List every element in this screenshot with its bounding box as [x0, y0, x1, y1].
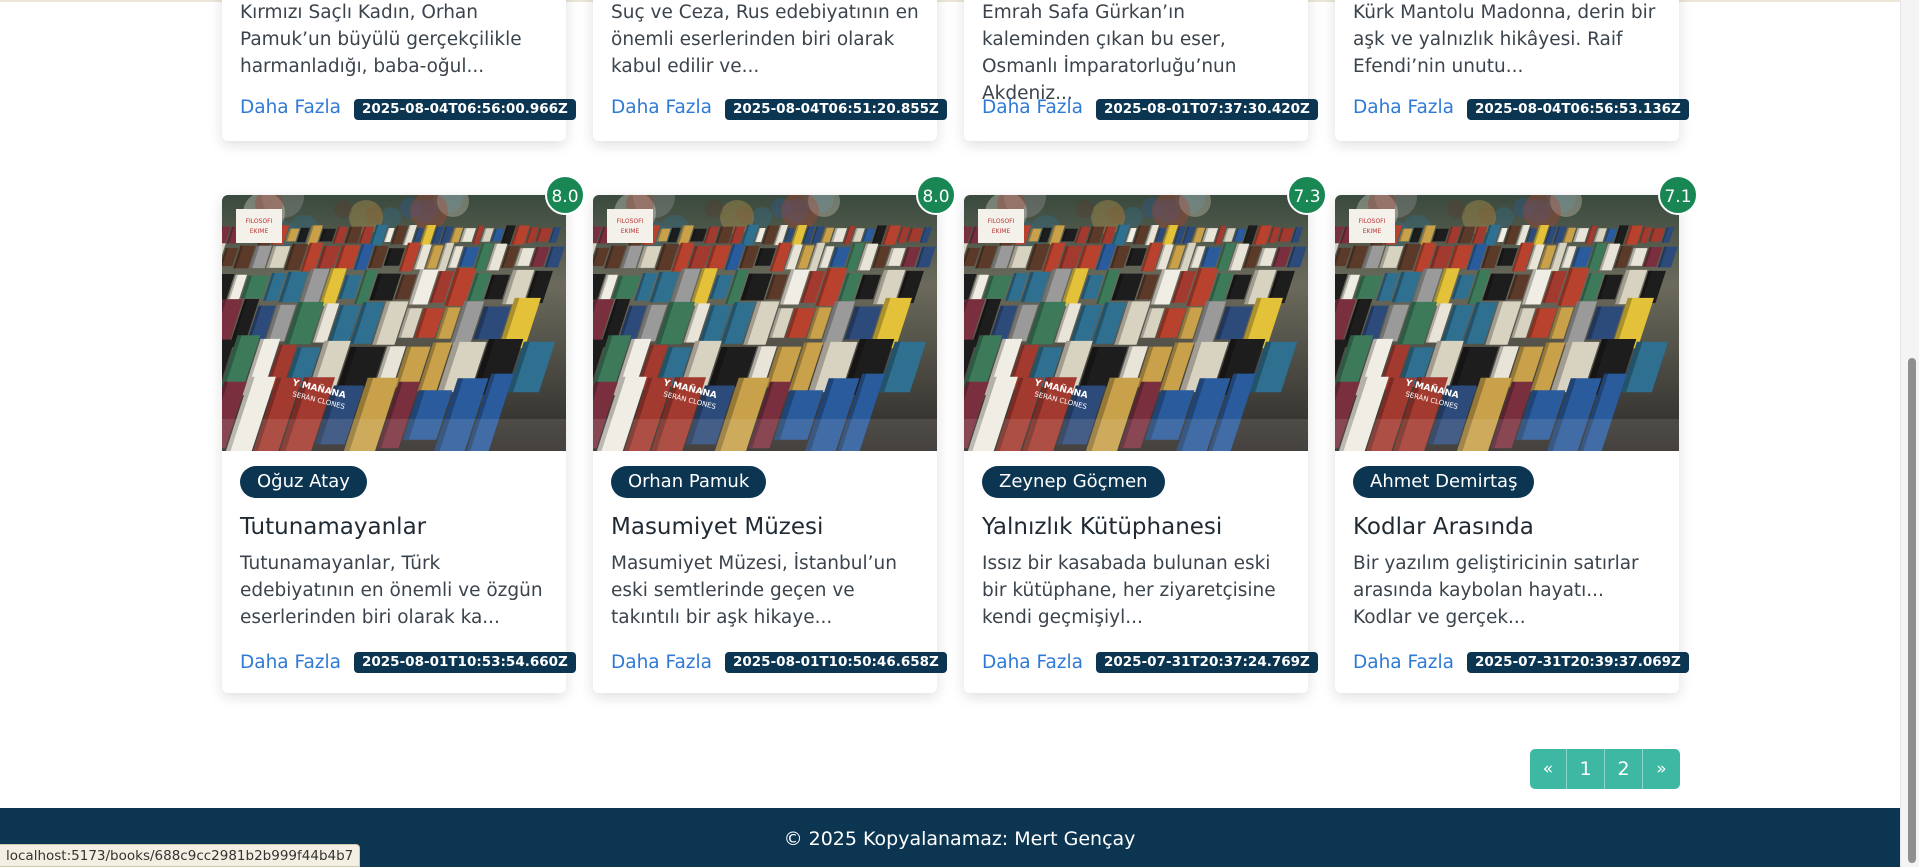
date-badge: 2025-08-04T06:56:00.966Z — [354, 99, 576, 120]
author-badge: Orhan Pamuk — [611, 466, 767, 498]
read-more-link[interactable]: Daha Fazla — [240, 97, 341, 118]
read-more-link[interactable]: Daha Fazla — [1353, 652, 1454, 673]
book-description: Emrah Safa Gürkan’ın kaleminden çıkan bu… — [982, 2, 1237, 104]
date-badge: 2025-08-04T06:51:20.855Z — [725, 99, 947, 120]
date-badge: 2025-08-01T10:53:54.660Z — [354, 652, 576, 673]
rating-badge: 7.3 — [1287, 175, 1327, 215]
scrollbar-thumb[interactable] — [1908, 358, 1916, 863]
author-badge: Ahmet Demirtaş — [1353, 466, 1535, 498]
date-badge: 2025-08-01T07:37:30.420Z — [1096, 99, 1318, 120]
svg-text:EKIME: EKIME — [250, 228, 269, 235]
svg-text:EKIME: EKIME — [621, 228, 640, 235]
date-badge: 2025-08-04T06:56:53.136Z — [1467, 99, 1689, 120]
book-card: FILOSOFI EKIME Y MAÑANA SERÁN CLONES Orhan … — [593, 195, 947, 693]
pagination-prev-button[interactable]: « — [1530, 749, 1567, 789]
svg-text:FILOSOFI: FILOSOFI — [988, 218, 1015, 225]
book-card: Kırmızı Saçlı Kadın, Orhan Pamuk’un büyü… — [222, 0, 576, 141]
read-more-link[interactable]: Daha Fazla — [982, 97, 1083, 118]
footer-copyright: © 2025 Kopyalanamaz: Mert Gençay — [783, 828, 1136, 850]
book-card: FILOSOFI EKIME Y MAÑANA SERÁN CLONES Oğuz A… — [222, 195, 576, 693]
author-badge: Oğuz Atay — [240, 466, 367, 498]
book-title: Yalnızlık Kütüphanesi — [982, 514, 1223, 540]
date-badge: 2025-07-31T20:39:37.069Z — [1467, 652, 1689, 673]
svg-text:FILOSOFI: FILOSOFI — [246, 218, 273, 225]
date-badge: 2025-07-31T20:37:24.769Z — [1096, 652, 1318, 673]
book-description: Suç ve Ceza, Rus edebiyatının en önemli … — [611, 2, 919, 77]
book-description: Kürk Mantolu Madonna, derin bir aşk ve y… — [1353, 2, 1656, 77]
pagination-page-1[interactable]: 1 — [1567, 749, 1605, 789]
book-title: Masumiyet Müzesi — [611, 514, 824, 540]
svg-text:FILOSOFI: FILOSOFI — [1359, 218, 1386, 225]
book-card: Emrah Safa Gürkan’ın kaleminden çıkan bu… — [964, 0, 1318, 141]
rating-badge: 8.0 — [916, 175, 956, 215]
book-title: Kodlar Arasında — [1353, 514, 1534, 540]
author-badge: Zeynep Göçmen — [982, 466, 1165, 498]
read-more-link[interactable]: Daha Fazla — [611, 652, 712, 673]
read-more-link[interactable]: Daha Fazla — [1353, 97, 1454, 118]
book-card: Suç ve Ceza, Rus edebiyatının en önemli … — [593, 0, 947, 141]
book-card: FILOSOFI EKIME Y MAÑANA SERÁN CLONES Ahmet … — [1335, 195, 1689, 693]
read-more-link[interactable]: Daha Fazla — [611, 97, 712, 118]
read-more-link[interactable]: Daha Fazla — [982, 652, 1083, 673]
book-cover-image[interactable]: FILOSOFI EKIME Y MAÑANA SERÁN CLONES — [222, 195, 566, 451]
read-more-link[interactable]: Daha Fazla — [240, 652, 341, 673]
rating-badge: 8.0 — [545, 175, 585, 215]
svg-text:FILOSOFI: FILOSOFI — [617, 218, 644, 225]
pagination: « 1 2 » — [1530, 749, 1680, 789]
book-card: Kürk Mantolu Madonna, derin bir aşk ve y… — [1335, 0, 1689, 141]
status-bar-url: localhost:5173/books/688c9cc2981b2b999f4… — [0, 844, 361, 867]
book-cover-image[interactable]: FILOSOFI EKIME Y MAÑANA SERÁN CLONES — [964, 195, 1308, 451]
book-cover-image[interactable]: FILOSOFI EKIME Y MAÑANA SERÁN CLONES — [593, 195, 937, 451]
book-description: Masumiyet Müzesi, İstanbul’un eski semtl… — [611, 553, 897, 628]
svg-text:EKIME: EKIME — [992, 228, 1011, 235]
pagination-next-button[interactable]: » — [1643, 749, 1680, 789]
book-description: Issız bir kasabada bulunan eski bir kütü… — [982, 553, 1276, 628]
book-description: Bir yazılım geliştiricinin satırlar aras… — [1353, 553, 1639, 628]
book-description: Tutunamayanlar, Türk edebiyatının en öne… — [240, 553, 543, 628]
svg-text:EKIME: EKIME — [1363, 228, 1382, 235]
book-cover-image[interactable]: FILOSOFI EKIME Y MAÑANA SERÁN CLONES — [1335, 195, 1679, 451]
rating-badge: 7.1 — [1658, 175, 1698, 215]
book-description: Kırmızı Saçlı Kadın, Orhan Pamuk’un büyü… — [240, 2, 522, 77]
book-list-page: Kırmızı Saçlı Kadın, Orhan Pamuk’un büyü… — [0, 0, 1919, 867]
date-badge: 2025-08-01T10:50:46.658Z — [725, 652, 947, 673]
vertical-scrollbar[interactable] — [1900, 0, 1919, 867]
pagination-page-2[interactable]: 2 — [1605, 749, 1643, 789]
book-title: Tutunamayanlar — [240, 514, 427, 540]
book-card: FILOSOFI EKIME Y MAÑANA SERÁN CLONES Zeynep… — [964, 195, 1318, 693]
